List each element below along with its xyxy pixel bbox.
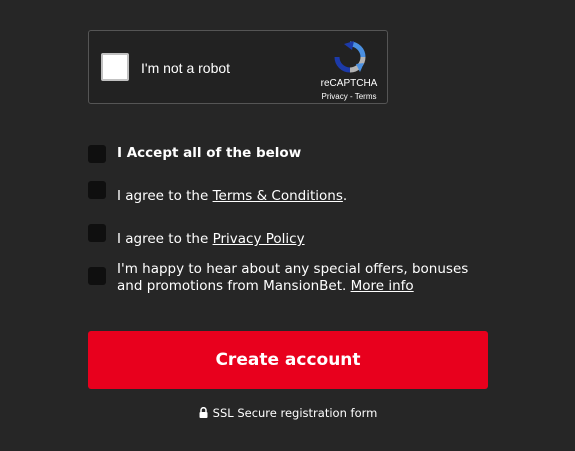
recaptcha-brand: reCAPTCHA — [320, 78, 378, 89]
privacy-prefix: I agree to the — [117, 231, 213, 247]
create-account-button[interactable]: Create account — [88, 331, 488, 389]
accept-all-checkbox[interactable] — [88, 145, 106, 163]
terms-conditions-link[interactable]: Terms & Conditions — [213, 188, 343, 204]
recaptcha-logo-icon — [334, 41, 366, 73]
ssl-text: SSL Secure registration form — [212, 406, 378, 420]
recaptcha-separator: - — [347, 92, 355, 101]
marketing-text: I'm happy to hear about any special offe… — [117, 261, 469, 294]
recaptcha-links: Privacy - Terms — [311, 92, 387, 101]
privacy-label: I agree to the Privacy Policy — [117, 231, 487, 248]
terms-suffix: . — [342, 188, 348, 204]
terms-prefix: I agree to the — [117, 188, 213, 204]
terms-label: I agree to the Terms & Conditions. — [117, 188, 487, 205]
recaptcha-privacy-link[interactable]: Privacy — [322, 92, 348, 101]
recaptcha-label: I'm not a robot — [141, 60, 231, 76]
privacy-policy-link[interactable]: Privacy Policy — [213, 231, 305, 247]
recaptcha-checkbox[interactable] — [101, 53, 129, 81]
lock-icon — [199, 407, 208, 418]
more-info-link[interactable]: More info — [351, 278, 414, 294]
accept-all-label: I Accept all of the below — [117, 145, 302, 161]
marketing-label: I'm happy to hear about any special offe… — [117, 261, 487, 295]
recaptcha-terms-link[interactable]: Terms — [355, 92, 377, 101]
privacy-checkbox[interactable] — [88, 224, 106, 242]
recaptcha-widget: I'm not a robot reCAPTCHA Privacy - Term… — [88, 30, 388, 104]
ssl-note: SSL Secure registration form — [88, 406, 488, 420]
terms-checkbox[interactable] — [88, 181, 106, 199]
marketing-checkbox[interactable] — [88, 267, 106, 285]
